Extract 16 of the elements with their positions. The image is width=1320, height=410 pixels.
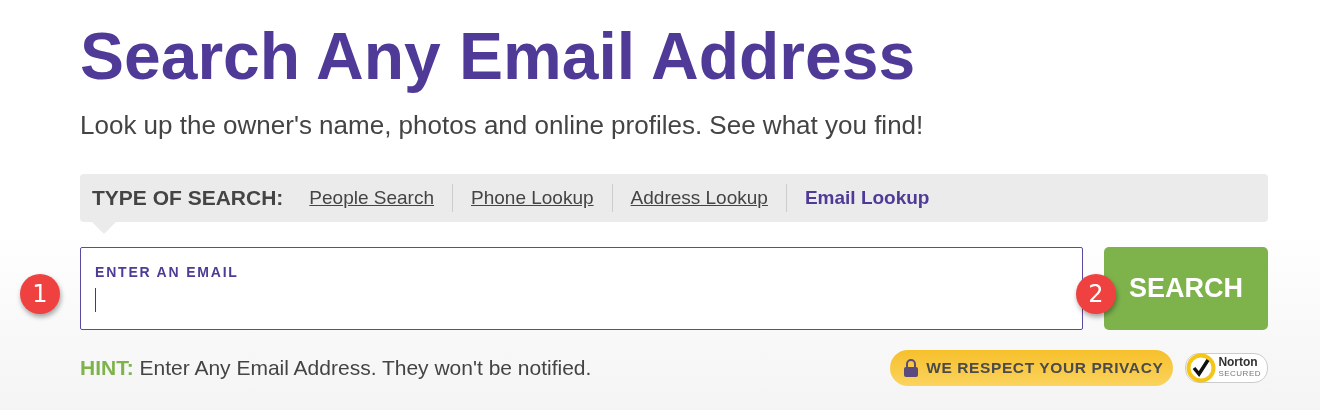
text-cursor <box>95 288 96 312</box>
privacy-badge: WE RESPECT YOUR PRIVACY <box>890 350 1174 386</box>
subtitle: Look up the owner's name, photos and online profiles. See what you find! <box>80 109 924 142</box>
email-input-field[interactable]: ENTER AN EMAIL <box>80 247 1083 330</box>
page-title: Search Any Email Address <box>80 18 916 95</box>
norton-seal: Norton SECURED <box>1185 353 1268 383</box>
step-badge: 1 <box>20 274 60 314</box>
search-type-tab[interactable]: Email Lookup <box>796 187 938 209</box>
hint-text: HINT: Enter Any Email Address. They won't be notified. <box>80 356 593 380</box>
lock-icon <box>904 359 919 377</box>
search-type-tab[interactable]: Address Lookup <box>622 187 776 209</box>
search-type-tab[interactable]: Phone Lookup <box>463 187 602 209</box>
field-label: ENTER AN EMAIL <box>95 264 239 280</box>
search-type-tab[interactable]: People Search <box>301 187 442 209</box>
search-type-label: TYPE OF SEARCH: <box>92 186 284 210</box>
checkmark-icon <box>1186 353 1217 383</box>
